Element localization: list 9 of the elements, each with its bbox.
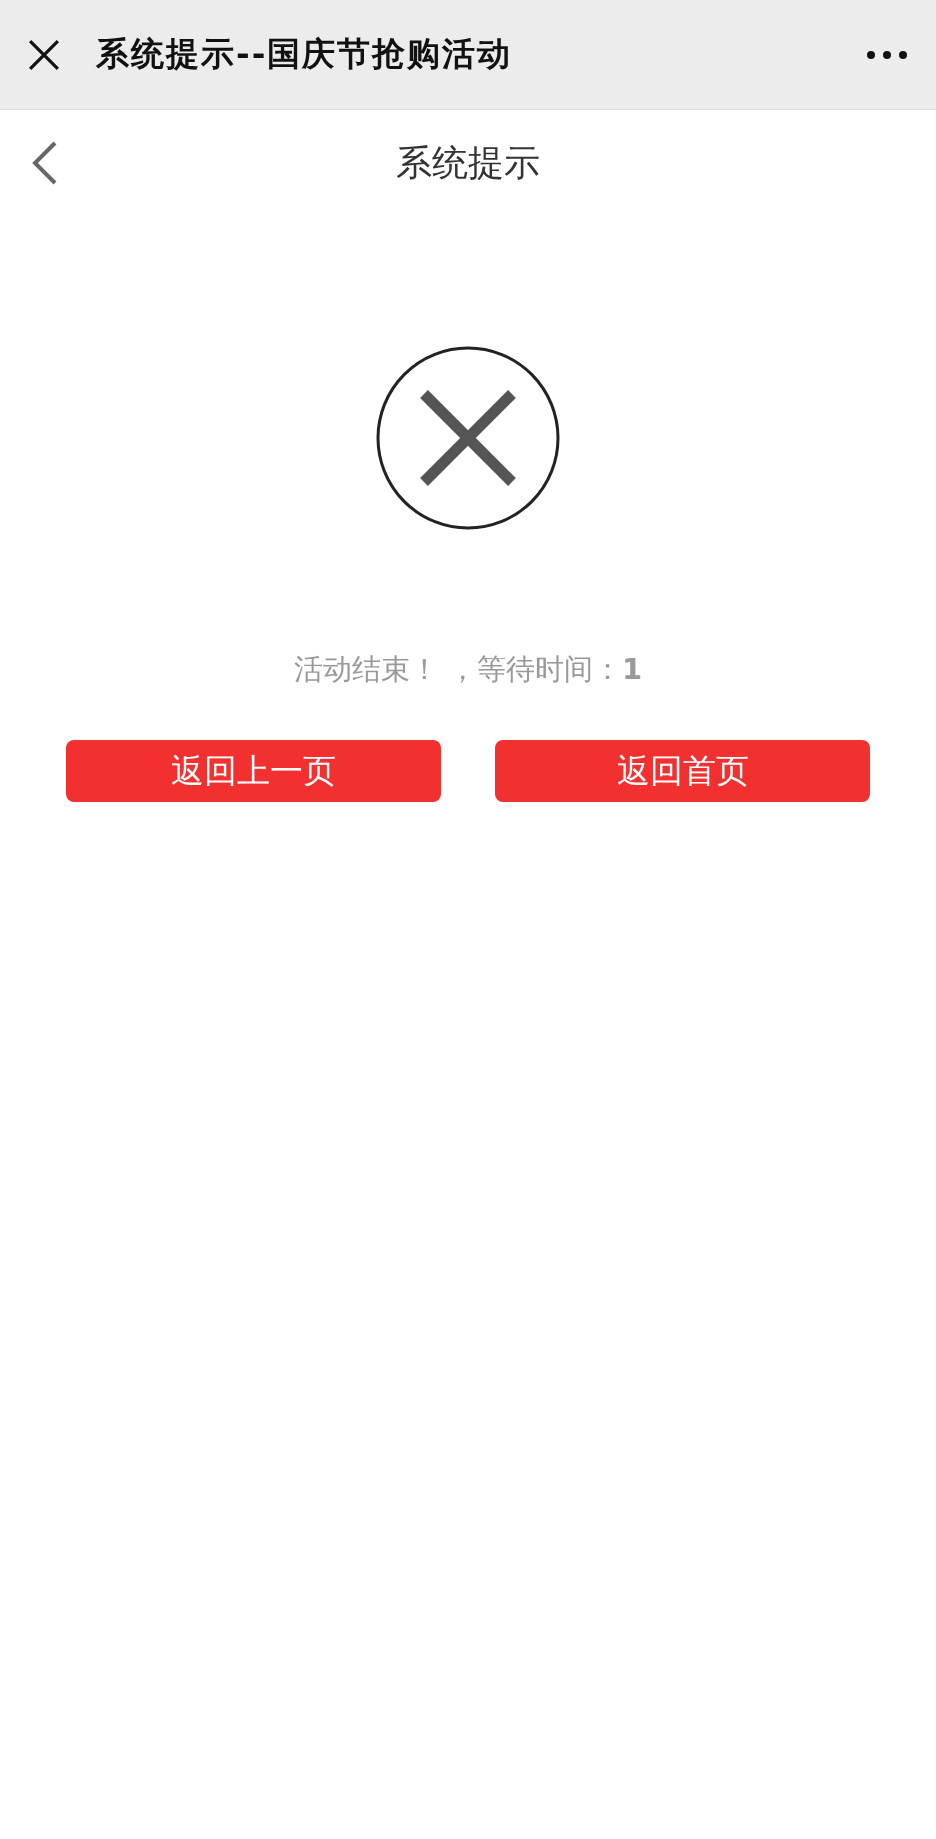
nav-button[interactable]: 返回上一页 <box>66 740 441 802</box>
page-title: 系统提示 <box>396 140 540 185</box>
close-icon[interactable] <box>28 38 60 71</box>
more-icon[interactable] <box>866 49 908 60</box>
status-message: 活动结束！ ，等待时间：1 <box>293 651 643 688</box>
window-title: 系统提示--国庆节抢购活动 <box>96 33 514 75</box>
nav-button[interactable]: 返回首页 <box>495 740 870 802</box>
error-icon <box>376 346 560 530</box>
back-icon[interactable] <box>32 141 58 185</box>
